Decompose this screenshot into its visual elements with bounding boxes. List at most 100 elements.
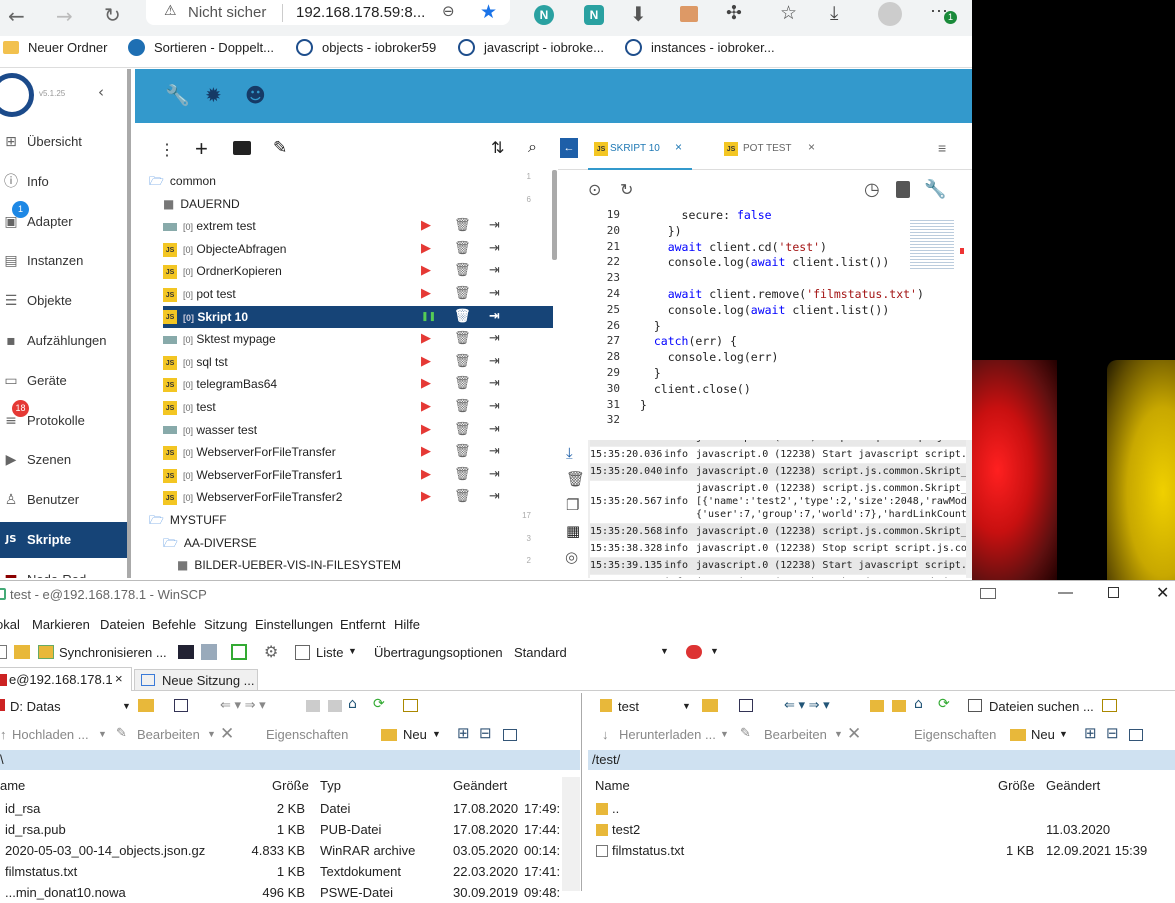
menu-sitzung[interactable]: Sitzung [204,617,247,632]
new-session-tab[interactable]: Neue Sitzung ... [134,669,258,691]
find-files-button[interactable]: Dateien suchen ... [989,699,1094,714]
remote-folder-select[interactable]: test [618,699,639,714]
col-changed[interactable]: Geändert [1046,778,1100,793]
tab-skript-10[interactable]: JS SKRIPT 10 × [588,124,692,170]
ai-head-icon[interactable]: ☻ [245,83,266,107]
sidebar-item-adapter[interactable]: ▣ Adapter 1 [0,200,127,240]
address-bar[interactable]: ⚠ Nicht sicher 192.168.178.59:8... ⊖ ★ [146,0,510,25]
preferences-gear-icon[interactable]: ⚙ [264,642,278,661]
root-dir-icon[interactable] [328,700,342,712]
file-row[interactable]: .. [588,799,1175,819]
edit-button[interactable]: Bearbeiten [137,727,200,742]
export-icon[interactable]: ⇥ [489,238,500,260]
bookmark-javascript[interactable]: javascript - iobroke... [484,40,604,55]
delete-icon[interactable]: 🗑 [454,396,471,418]
delete-icon[interactable]: 🗑 [454,260,471,282]
download-icon[interactable]: ↓ [602,727,609,742]
tab-close-icon[interactable]: × [808,140,815,154]
delete-icon[interactable]: 🗑 [454,306,471,328]
filter-icon[interactable] [1129,729,1143,741]
download-button[interactable]: Herunterladen ... [619,727,716,742]
menu-befehle[interactable]: Befehle [152,617,196,632]
delete-icon[interactable]: 🗑 [454,419,471,441]
collapse-icon[interactable]: ⊟ [1106,724,1119,742]
code-line[interactable]: } [640,398,647,412]
forward-icon[interactable]: → [56,4,73,28]
reconnect-icon[interactable] [686,645,702,659]
play-icon[interactable]: ▶ [421,419,431,441]
edit-pencil-icon[interactable]: ✎ [273,138,287,158]
file-row[interactable]: 2020-05-03_00-14_objects.json.gz 4.833 KB… [0,841,560,861]
menu-dots-icon[interactable]: ⋮ [159,140,175,160]
properties-button[interactable]: Eigenschaften [266,727,348,742]
export-icon[interactable]: ⇥ [489,351,500,373]
local-scrollbar[interactable] [562,777,580,891]
play-icon[interactable]: ▶ [421,373,431,395]
restart-icon[interactable]: ↻ [620,180,633,199]
puzzle-icon[interactable]: ✣ [726,2,742,24]
script-row[interactable]: JS [0] OrdnerKopieren ▶ 🗑 ⇥ [163,260,553,282]
script-row[interactable]: JS [0] telegramBas64 ▶ 🗑 ⇥ [163,373,553,395]
transfer-options-select[interactable]: Standard [514,645,567,660]
clipboard-icon[interactable] [896,181,910,198]
play-icon[interactable]: ▶ [421,283,431,305]
play-icon[interactable]: ▶ [421,260,431,282]
delete-icon[interactable]: 🗑 [454,351,471,373]
sidebar-item-info[interactable]: ⓘ Info [0,164,127,200]
drive-select[interactable]: D: Datas [10,699,61,714]
col-type[interactable]: Typ [320,778,341,793]
back-nav-icon[interactable]: ⇐ ▾ ⇒ ▾ [784,697,830,713]
file-row[interactable]: ...min_donat10.nowa 496 KB PSWE-Datei 30.09… [0,883,560,903]
code-line[interactable]: } [640,366,661,380]
code-line[interactable]: }) [640,224,682,238]
delete-icon[interactable]: ✕ [220,724,234,744]
refresh-icon[interactable]: ⟳ [373,696,385,712]
maximize-button[interactable] [1108,587,1119,598]
col-size[interactable]: Größe [998,778,1035,793]
tab-close-icon[interactable]: × [115,671,123,686]
script-row[interactable]: [0] Sktest mypage ▶ 🗑 ⇥ [163,328,553,350]
filter-icon[interactable] [174,699,188,712]
remote-icon[interactable] [980,588,996,599]
menu-einstellungen[interactable]: Einstellungen [255,617,333,632]
profile-avatar[interactable] [878,2,902,26]
new-button[interactable]: Neu [1031,727,1055,742]
zoom-icon[interactable]: ⊖ [442,2,455,20]
edit-icon[interactable]: ✎ [116,726,127,741]
parent-dir-icon[interactable] [306,700,320,712]
code-line[interactable]: secure: false [640,208,772,222]
menu-dateien[interactable]: Dateien [100,617,145,632]
pause-icon[interactable]: ❚❚ [421,306,436,328]
code-line[interactable]: catch(err) { [640,334,737,348]
star-icon[interactable]: ★ [480,1,497,23]
downloads-icon[interactable]: ⤓ [830,2,838,24]
col-changed[interactable]: Geändert [453,778,507,793]
play-icon[interactable]: ▶ [421,396,431,418]
extension-color-icon[interactable] [680,6,698,22]
putty-icon[interactable] [201,644,217,660]
local-icon[interactable] [0,645,7,659]
edit-button[interactable]: Bearbeiten [764,727,827,742]
upload-button[interactable]: ↑ [0,727,7,742]
menu-markieren[interactable]: Markieren [32,617,90,632]
export-icon[interactable]: ⇥ [489,373,500,395]
menu-okal[interactable]: okal [0,617,20,632]
script-row[interactable]: JS [0] sql tst ▶ 🗑 ⇥ [163,351,553,373]
delete-icon[interactable]: 🗑 [454,215,471,237]
filter-icon[interactable] [739,699,753,712]
code-line[interactable]: console.log(await client.list()) [640,303,890,317]
back-icon[interactable]: ← [8,4,25,28]
home-icon[interactable]: ⌂ [348,696,357,712]
reload-icon[interactable]: ↻ [104,3,121,27]
tree-icon[interactable] [403,699,418,712]
delete-icon[interactable]: 🗑 [454,238,471,260]
root-dir-icon[interactable] [892,700,906,712]
delete-icon[interactable]: ✕ [847,724,861,744]
script-row[interactable]: JS [0] Skript 10 ❚❚ 🗑 ⇥ [163,305,553,328]
script-row[interactable]: [0] wasser test ▶ 🗑 ⇥ [163,419,553,441]
bookmark-instances[interactable]: instances - iobroker... [651,40,775,55]
play-icon[interactable]: ▶ [421,351,431,373]
add-folder-icon[interactable] [233,141,251,155]
play-icon[interactable]: ▶ [421,238,431,260]
extension-n2-icon[interactable]: N [584,5,604,25]
